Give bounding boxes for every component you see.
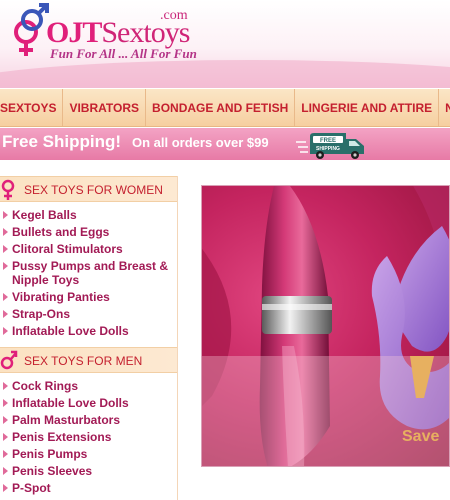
arrow-right-icon [3, 262, 8, 270]
logo-tagline: Fun For All ... All For Fun [50, 46, 197, 61]
banner-save-text: Save [402, 428, 440, 445]
shipping-truck-icon: FREE SHIPPING [296, 133, 364, 159]
list-item[interactable]: Inflatable Love Dolls [0, 396, 177, 410]
arrow-right-icon [3, 310, 8, 318]
arrow-right-icon [3, 416, 8, 424]
promo-banner[interactable]: Save [201, 185, 450, 467]
nav-item-sextoys[interactable]: SEXTOYS [0, 89, 64, 126]
men-category-list: Cock Rings Inflatable Love Dolls Palm Ma… [0, 373, 177, 500]
site-logo[interactable]: OJTSextoys .com Fun For All ... All For … [10, 2, 210, 68]
arrow-right-icon [3, 245, 8, 253]
arrow-right-icon [3, 228, 8, 236]
list-item[interactable]: Vibrating Panties [0, 290, 177, 304]
site-header: OJTSextoys .com Fun For All ... All For … [0, 0, 450, 88]
female-symbol-icon [1, 179, 15, 200]
nav-item-necessities[interactable]: NECESSITIES [439, 89, 450, 126]
male-symbol-icon [0, 350, 18, 370]
sidebar-heading-women-label: SEX TOYS FOR WOMEN [24, 183, 163, 197]
women-category-list: Kegel Balls Bullets and Eggs Clitoral St… [0, 202, 177, 347]
sidebar-heading-men: SEX TOYS FOR MEN [0, 347, 177, 373]
list-item[interactable]: Strap-Ons [0, 307, 177, 321]
list-item[interactable]: Pussy Pumps and Breast & Nipple Toys [0, 259, 177, 287]
list-item[interactable]: Penis Pumps [0, 447, 177, 461]
free-shipping-bar: Free Shipping! On all orders over $99 FR… [0, 128, 450, 160]
truck-text-free: FREE [320, 138, 336, 144]
arrow-right-icon [3, 484, 8, 492]
list-item[interactable]: Penis Extensions [0, 430, 177, 444]
main-nav: SEXTOYS VIBRATORS BONDAGE AND FETISH LIN… [0, 89, 450, 127]
list-item[interactable]: P-Spot [0, 481, 177, 495]
gender-symbol-icon [14, 3, 49, 56]
list-item[interactable]: Kegel Balls [0, 208, 177, 222]
arrow-right-icon [3, 399, 8, 407]
arrow-right-icon [3, 467, 8, 475]
shipping-headline: Free Shipping! [2, 132, 121, 151]
list-item[interactable]: Inflatable Love Dolls [0, 324, 177, 338]
arrow-right-icon [3, 382, 8, 390]
sidebar-heading-women: SEX TOYS FOR WOMEN [0, 176, 177, 202]
arrow-right-icon [3, 211, 8, 219]
nav-item-bondage[interactable]: BONDAGE AND FETISH [146, 89, 296, 126]
arrow-right-icon [3, 450, 8, 458]
banner-product-image [202, 186, 449, 466]
shipping-detail: On all orders over $99 [132, 135, 269, 150]
logo-tld: .com [160, 8, 188, 23]
category-sidebar: SEX TOYS FOR WOMEN Kegel Balls Bullets a… [0, 176, 178, 500]
list-item[interactable]: Penis Sleeves [0, 464, 177, 478]
nav-item-lingerie[interactable]: LINGERIE AND ATTIRE [295, 89, 440, 126]
arrow-right-icon [3, 433, 8, 441]
arrow-right-icon [3, 293, 8, 301]
list-item[interactable]: Palm Masturbators [0, 413, 177, 427]
list-item[interactable]: Bullets and Eggs [0, 225, 177, 239]
list-item[interactable]: Clitoral Stimulators [0, 242, 177, 256]
sidebar-heading-men-label: SEX TOYS FOR MEN [24, 354, 143, 368]
list-item[interactable]: Cock Rings [0, 379, 177, 393]
nav-item-vibrators[interactable]: VIBRATORS [63, 89, 147, 126]
arrow-right-icon [3, 327, 8, 335]
